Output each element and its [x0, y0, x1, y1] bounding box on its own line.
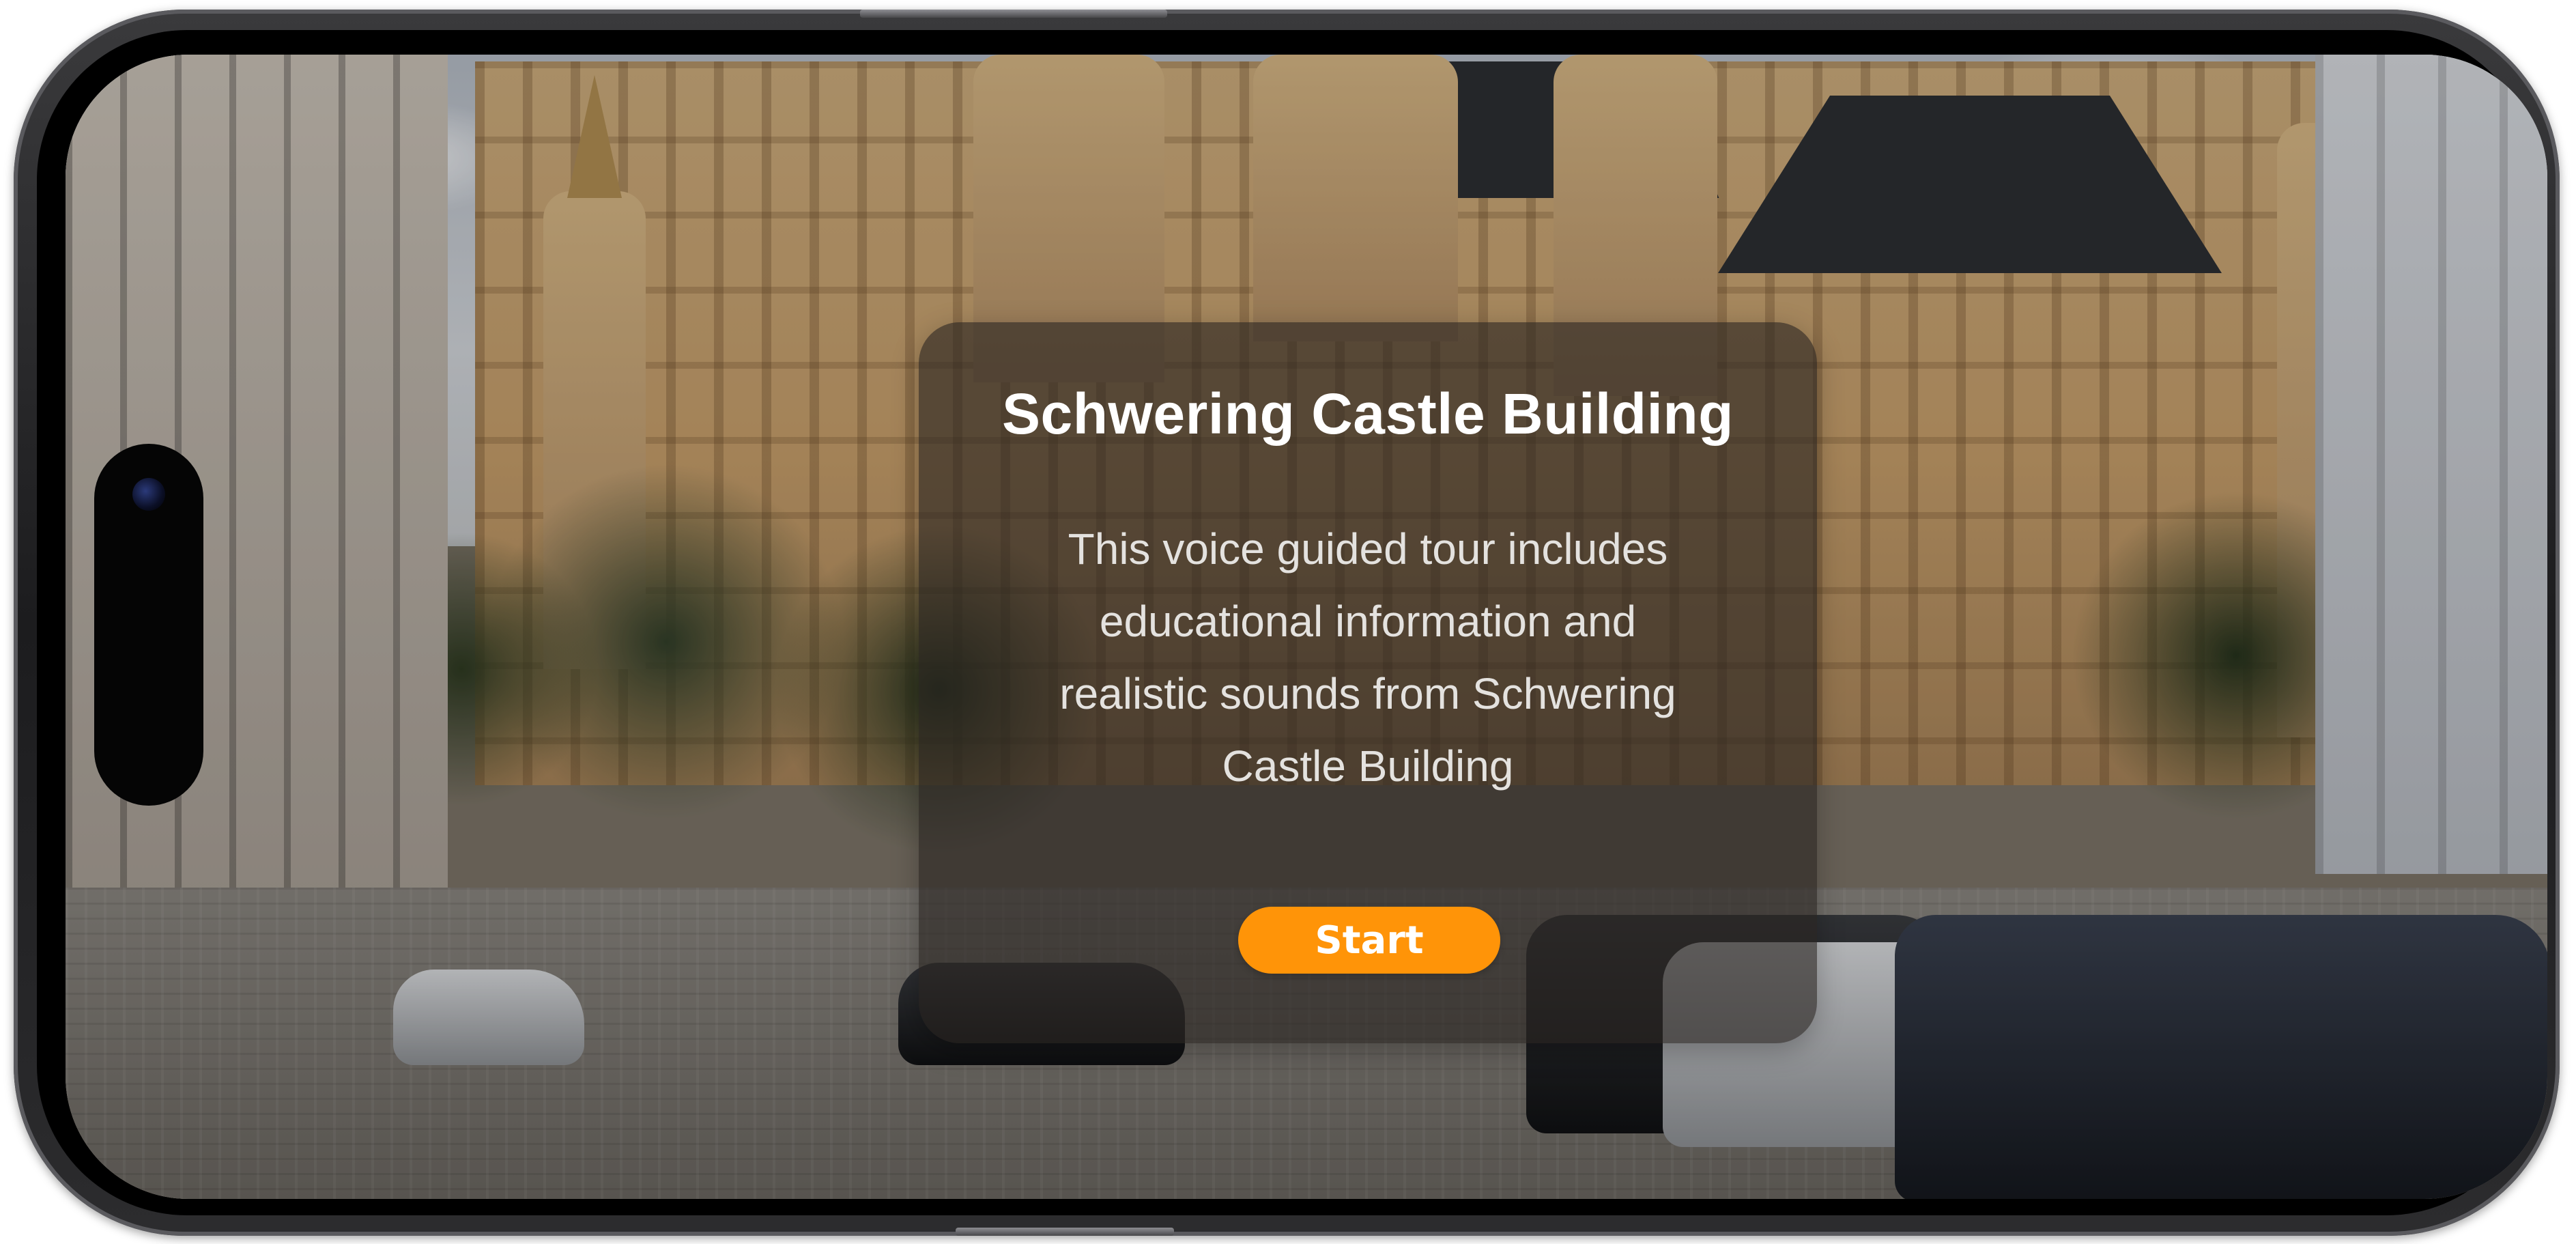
tour-description: This voice guided tour includes educatio…: [1059, 524, 1676, 791]
side-button-bottom: [956, 1228, 1174, 1236]
app-screen: Schwering Castle Building This voice gui…: [66, 55, 2547, 1199]
start-button[interactable]: Start: [1238, 907, 1500, 974]
side-button-top: [860, 10, 1167, 18]
tour-title: Schwering Castle Building: [1002, 382, 1734, 446]
tour-info-card: Schwering Castle Building This voice gui…: [919, 322, 1817, 1043]
front-camera-icon: [132, 478, 165, 511]
dynamic-island: [94, 444, 203, 806]
device-mockup: Schwering Castle Building This voice gui…: [0, 0, 2576, 1244]
